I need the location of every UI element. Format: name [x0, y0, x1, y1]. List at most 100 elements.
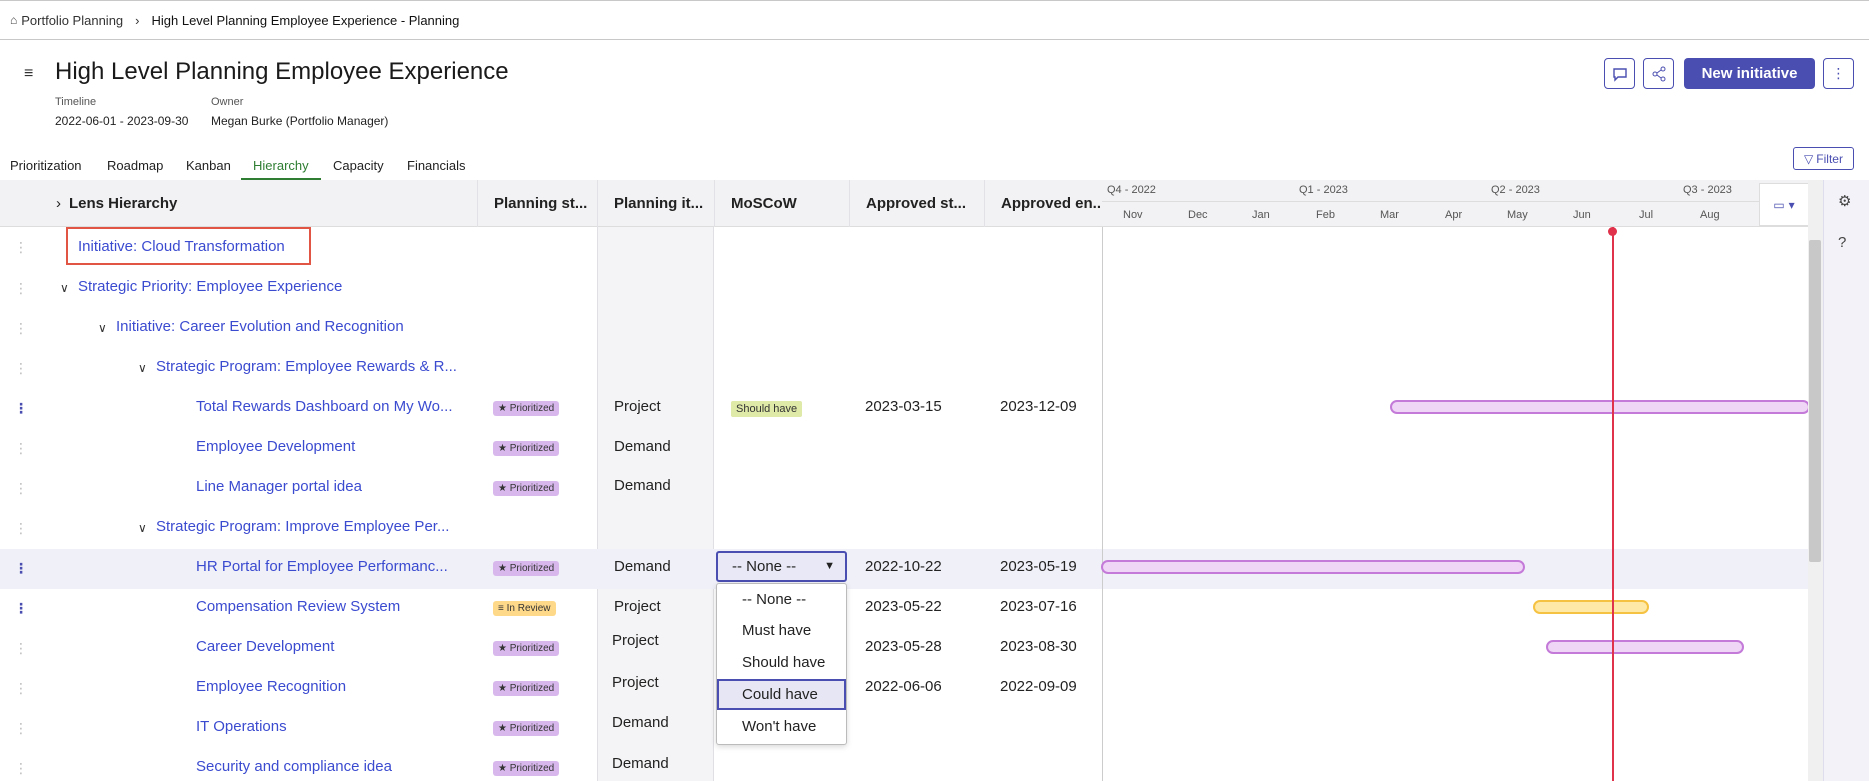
month-label: Jan [1252, 209, 1270, 221]
approved-end-cell[interactable]: 2023-05-19 [1000, 558, 1077, 575]
breadcrumb-portfolio-planning[interactable]: Portfolio Planning [21, 13, 123, 28]
chevron-down-icon[interactable]: ∨ [60, 281, 69, 295]
caret-down-icon: ▼ [824, 560, 835, 572]
column-moscow[interactable]: MoSCoW [714, 180, 849, 227]
row-name[interactable]: Employee Recognition [196, 678, 466, 695]
planning-item-cell[interactable]: Project [614, 398, 661, 415]
planning-item-cell[interactable]: Project [612, 674, 659, 691]
column-planning-item[interactable]: Planning it... [597, 180, 714, 227]
approved-end-cell[interactable]: 2023-08-30 [1000, 638, 1077, 655]
drag-handle-icon[interactable]: ⋮ [14, 441, 28, 455]
planning-item-cell[interactable]: Demand [614, 477, 671, 494]
status-label: Prioritized [509, 643, 555, 654]
tab-prioritization[interactable]: Prioritization [10, 158, 82, 180]
row-name[interactable]: Strategic Program: Employee Rewards & R.… [156, 358, 474, 375]
filter-button[interactable]: ▽ Filter [1793, 147, 1854, 170]
menu-toggle-icon[interactable]: ≡ [24, 65, 33, 83]
row-name[interactable]: Employee Development [196, 438, 466, 455]
home-icon[interactable]: ⌂ [10, 13, 17, 27]
row-name[interactable]: Strategic Program: Improve Employee Per.… [156, 518, 474, 535]
drag-handle-icon[interactable]: ⋮ [14, 561, 28, 575]
row-name[interactable]: Line Manager portal idea [196, 478, 466, 495]
option-wont-have[interactable]: Won't have [717, 711, 846, 742]
planning-item-cell[interactable]: Demand [614, 558, 671, 575]
gantt-bar-hr-portal[interactable] [1101, 560, 1525, 574]
breadcrumb: ⌂ Portfolio Planning › High Level Planni… [0, 0, 1869, 40]
planning-item-cell[interactable]: Demand [612, 755, 669, 772]
planning-item-cell[interactable]: Project [612, 632, 659, 649]
month-label: Jul [1639, 209, 1654, 221]
highlight-box [66, 227, 311, 265]
drag-handle-icon[interactable]: ⋮ [14, 481, 28, 495]
option-could-have[interactable]: Could have [717, 679, 846, 710]
quarter-label: Q2 - 2023 [1491, 184, 1540, 196]
option-none[interactable]: -- None -- [717, 584, 846, 615]
planning-item-cell[interactable]: Project [614, 598, 661, 615]
tab-financials[interactable]: Financials [407, 158, 466, 180]
tab-roadmap[interactable]: Roadmap [107, 158, 163, 180]
status-badge: ★ Prioritized [493, 441, 560, 456]
drag-handle-icon[interactable]: ⋮ [14, 761, 28, 775]
option-should-have[interactable]: Should have [717, 647, 846, 678]
row-name[interactable]: Initiative: Career Evolution and Recogni… [116, 318, 446, 335]
approved-end-cell[interactable]: 2023-07-16 [1000, 598, 1077, 615]
drag-handle-icon[interactable]: ⋮ [14, 281, 28, 295]
drag-handle-icon[interactable]: ⋮ [14, 601, 28, 615]
drag-handle-icon[interactable]: ⋮ [14, 401, 28, 415]
row-name[interactable]: Compensation Review System [196, 598, 466, 615]
status-label: Prioritized [509, 723, 555, 734]
gantt-bar-compensation-review[interactable] [1533, 600, 1649, 614]
gantt-bar-total-rewards[interactable] [1390, 400, 1810, 414]
drag-handle-icon[interactable]: ⋮ [14, 681, 28, 695]
chevron-right-icon[interactable]: › [56, 195, 61, 212]
gantt-bar-career-development[interactable] [1546, 640, 1744, 654]
column-planning-state[interactable]: Planning st... [477, 180, 597, 227]
approved-start-cell[interactable]: 2023-03-15 [865, 398, 942, 415]
column-approved-end[interactable]: Approved en... [984, 180, 1102, 227]
column-lens-hierarchy[interactable]: › Lens Hierarchy [40, 180, 477, 227]
quarter-label: Q3 - 2023 [1683, 184, 1732, 196]
approved-start-cell[interactable]: 2023-05-22 [865, 598, 942, 615]
row-name[interactable]: Career Development [196, 638, 466, 655]
gear-icon[interactable]: ⚙ [1838, 192, 1851, 210]
planning-item-cell[interactable]: Demand [612, 714, 669, 731]
row-name[interactable]: Total Rewards Dashboard on My Wo... [196, 398, 466, 415]
planning-item-cell[interactable]: Demand [614, 438, 671, 455]
approved-start-cell[interactable]: 2023-05-28 [865, 638, 942, 655]
drag-handle-icon[interactable]: ⋮ [14, 321, 28, 335]
tab-hierarchy[interactable]: Hierarchy [241, 158, 321, 180]
drag-handle-icon[interactable]: ⋮ [14, 721, 28, 735]
chevron-down-icon[interactable]: ∨ [138, 361, 147, 375]
row-name[interactable]: IT Operations [196, 718, 466, 735]
chevron-down-icon[interactable]: ∨ [138, 521, 147, 535]
moscow-select[interactable]: -- None -- ▼ [716, 551, 847, 582]
tab-kanban[interactable]: Kanban [186, 158, 231, 180]
moscow-badge[interactable]: Should have [731, 401, 803, 417]
row-name[interactable]: HR Portal for Employee Performanc... [196, 558, 466, 575]
comment-button[interactable] [1604, 58, 1635, 89]
drag-handle-icon[interactable]: ⋮ [14, 641, 28, 655]
chevron-down-icon[interactable]: ∨ [98, 321, 107, 335]
drag-handle-icon[interactable]: ⋮ [14, 361, 28, 375]
approved-end-cell[interactable]: 2022-09-09 [1000, 678, 1077, 695]
row-name[interactable]: Security and compliance idea [196, 758, 466, 775]
status-badge: ★ Prioritized [493, 641, 560, 656]
option-must-have[interactable]: Must have [717, 615, 846, 646]
drag-handle-icon[interactable]: ⋮ [14, 521, 28, 535]
approved-end-cell[interactable]: 2023-12-09 [1000, 398, 1077, 415]
column-approved-start[interactable]: Approved st... [849, 180, 984, 227]
calendar-zoom-button[interactable]: ▭ ▾ [1759, 183, 1809, 226]
filter-icon: ▽ [1804, 151, 1814, 166]
scrollbar-thumb[interactable] [1809, 240, 1821, 562]
approved-start-cell[interactable]: 2022-06-06 [865, 678, 942, 695]
new-initiative-button[interactable]: New initiative [1684, 58, 1815, 89]
drag-handle-icon[interactable]: ⋮ [14, 240, 28, 254]
row-name[interactable]: Strategic Priority: Employee Experience [78, 278, 378, 295]
help-icon[interactable]: ? [1838, 234, 1846, 251]
tab-capacity[interactable]: Capacity [333, 158, 384, 180]
approved-start-cell[interactable]: 2022-10-22 [865, 558, 942, 575]
share-button[interactable] [1643, 58, 1674, 89]
comment-icon [1612, 67, 1627, 82]
more-options-button[interactable]: ⋮ [1823, 58, 1854, 89]
month-label: Nov [1123, 209, 1143, 221]
